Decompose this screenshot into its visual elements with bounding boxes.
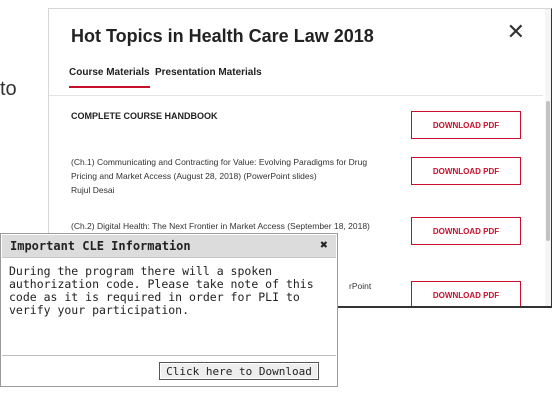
- tabs-divider: [49, 95, 543, 96]
- cle-info-dialog: Important CLE Information ✖ During the p…: [0, 233, 338, 387]
- list-item-ch3-partial: rPoint: [349, 279, 409, 293]
- list-item-author: Rujul Desai: [71, 185, 115, 195]
- close-icon[interactable]: ✖: [320, 238, 328, 253]
- download-pdf-button-handbook[interactable]: DOWNLOAD PDF: [411, 111, 521, 139]
- list-item-line: Pricing and Market Access (August 28, 20…: [71, 171, 317, 181]
- tab-bar: Course Materials Presentation Materials: [69, 63, 551, 95]
- tab-course-materials[interactable]: Course Materials: [69, 63, 150, 88]
- dialog-divider: [2, 355, 336, 356]
- download-pdf-button-ch1[interactable]: DOWNLOAD PDF: [411, 157, 521, 185]
- download-pdf-button-ch3[interactable]: DOWNLOAD PDF: [411, 281, 521, 306]
- list-item-line: (Ch.1) Communicating and Contracting for…: [71, 157, 368, 167]
- list-item-ch1: (Ch.1) Communicating and Contracting for…: [71, 155, 391, 197]
- scrollbar[interactable]: [545, 9, 551, 306]
- tab-presentation-materials[interactable]: Presentation Materials: [155, 63, 262, 86]
- dialog-message: During the program there will a spoken a…: [9, 264, 314, 317]
- scrollbar-thumb[interactable]: [546, 101, 550, 241]
- download-button[interactable]: Click here to Download: [159, 362, 319, 380]
- close-icon[interactable]: ✕: [507, 21, 525, 43]
- dialog-header: Important CLE Information ✖: [2, 235, 336, 258]
- section-heading: COMPLETE COURSE HANDBOOK: [71, 111, 218, 121]
- modal-title: Hot Topics in Health Care Law 2018: [71, 26, 374, 46]
- download-pdf-button-ch2[interactable]: DOWNLOAD PDF: [411, 217, 521, 245]
- list-item-line: rPoint: [349, 281, 372, 291]
- dialog-title: Important CLE Information: [10, 239, 191, 253]
- list-item-line: (Ch.2) Digital Health: The Next Frontier…: [71, 221, 370, 231]
- background-partial-text: to: [0, 78, 17, 100]
- list-item-ch2: (Ch.2) Digital Health: The Next Frontier…: [71, 219, 391, 233]
